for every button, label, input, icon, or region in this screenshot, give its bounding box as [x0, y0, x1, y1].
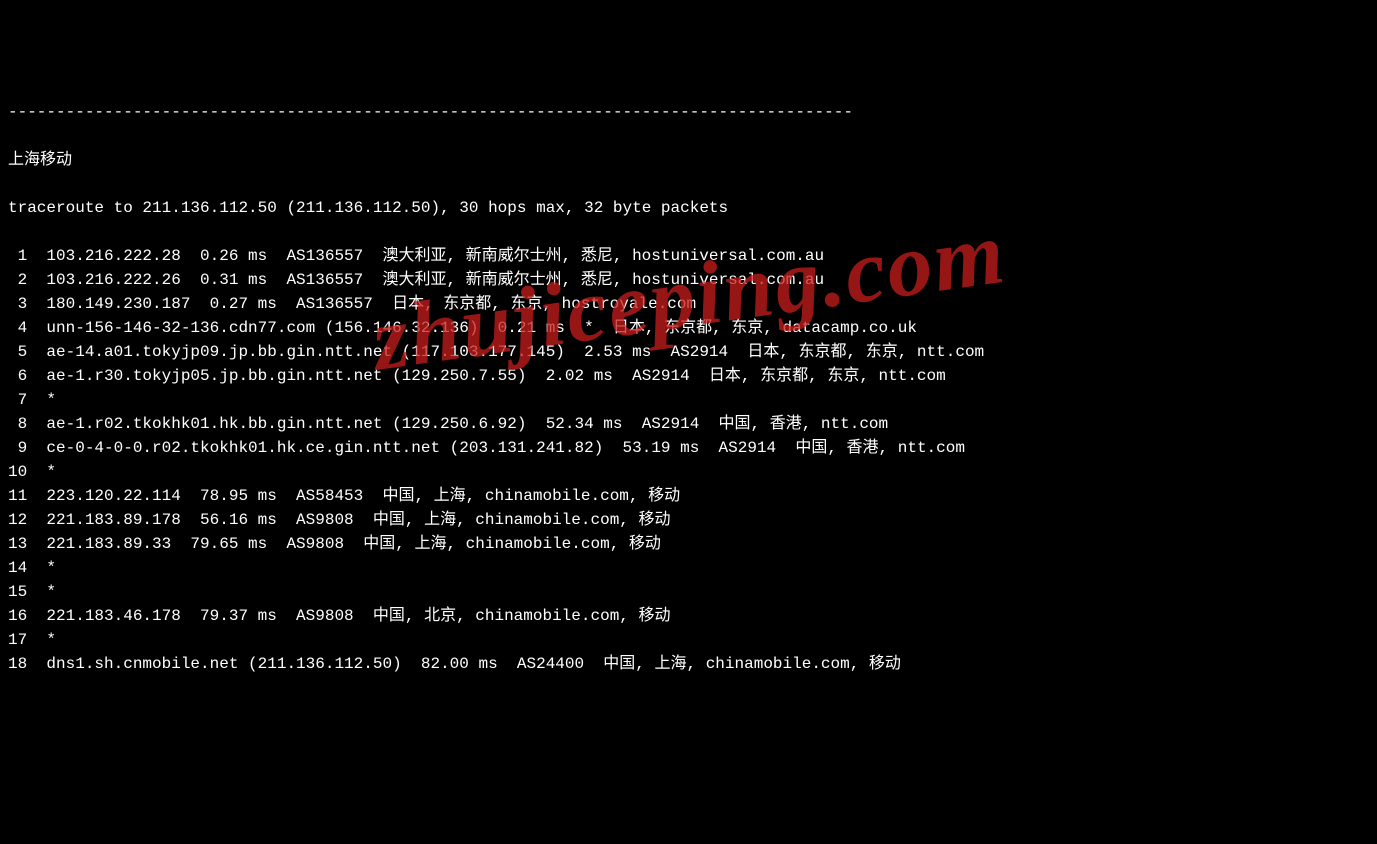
- hop-detail: 180.149.230.187 0.27 ms AS136557 日本, 东京都…: [27, 295, 696, 313]
- hop-detail: dns1.sh.cnmobile.net (211.136.112.50) 82…: [27, 655, 901, 673]
- hop-number: 17: [8, 628, 27, 652]
- hop-detail: ce-0-4-0-0.r02.tkokhk01.hk.ce.gin.ntt.ne…: [27, 439, 965, 457]
- traceroute-header: traceroute to 211.136.112.50 (211.136.11…: [8, 196, 1369, 220]
- hop-detail: 103.216.222.26 0.31 ms AS136557 澳大利亚, 新南…: [27, 271, 824, 289]
- hop-detail: *: [27, 463, 56, 481]
- hop-number: 15: [8, 580, 27, 604]
- hop-number: 10: [8, 460, 27, 484]
- hop-line: 17 *: [8, 628, 1369, 652]
- hop-detail: ae-1.r02.tkokhk01.hk.bb.gin.ntt.net (129…: [27, 415, 888, 433]
- hop-number: 13: [8, 532, 27, 556]
- hop-number: 16: [8, 604, 27, 628]
- hop-number: 5: [8, 340, 27, 364]
- hop-line: 18 dns1.sh.cnmobile.net (211.136.112.50)…: [8, 652, 1369, 676]
- hop-line: 8 ae-1.r02.tkokhk01.hk.bb.gin.ntt.net (1…: [8, 412, 1369, 436]
- hop-detail: *: [27, 631, 56, 649]
- hop-number: 14: [8, 556, 27, 580]
- hop-number: 8: [8, 412, 27, 436]
- hop-number: 11: [8, 484, 27, 508]
- hop-number: 18: [8, 652, 27, 676]
- hop-number: 2: [8, 268, 27, 292]
- hop-line: 1 103.216.222.28 0.26 ms AS136557 澳大利亚, …: [8, 244, 1369, 268]
- hop-line: 16 221.183.46.178 79.37 ms AS9808 中国, 北京…: [8, 604, 1369, 628]
- hop-detail: *: [27, 583, 56, 601]
- separator-line: ----------------------------------------…: [8, 100, 1369, 124]
- traceroute-output: 1 103.216.222.28 0.26 ms AS136557 澳大利亚, …: [8, 244, 1369, 676]
- hop-number: 6: [8, 364, 27, 388]
- hop-detail: 221.183.89.33 79.65 ms AS9808 中国, 上海, ch…: [27, 535, 661, 553]
- hop-detail: *: [27, 391, 56, 409]
- hop-line: 11 223.120.22.114 78.95 ms AS58453 中国, 上…: [8, 484, 1369, 508]
- hop-detail: 221.183.46.178 79.37 ms AS9808 中国, 北京, c…: [27, 607, 670, 625]
- hop-detail: 103.216.222.28 0.26 ms AS136557 澳大利亚, 新南…: [27, 247, 824, 265]
- hop-number: 7: [8, 388, 27, 412]
- hop-number: 4: [8, 316, 27, 340]
- hop-line: 4 unn-156-146-32-136.cdn77.com (156.146.…: [8, 316, 1369, 340]
- hop-detail: 223.120.22.114 78.95 ms AS58453 中国, 上海, …: [27, 487, 680, 505]
- hop-line: 13 221.183.89.33 79.65 ms AS9808 中国, 上海,…: [8, 532, 1369, 556]
- hop-line: 12 221.183.89.178 56.16 ms AS9808 中国, 上海…: [8, 508, 1369, 532]
- isp-title: 上海移动: [8, 148, 1369, 172]
- hop-line: 6 ae-1.r30.tokyjp05.jp.bb.gin.ntt.net (1…: [8, 364, 1369, 388]
- hop-line: 7 *: [8, 388, 1369, 412]
- hop-number: 1: [8, 244, 27, 268]
- hop-line: 9 ce-0-4-0-0.r02.tkokhk01.hk.ce.gin.ntt.…: [8, 436, 1369, 460]
- hop-detail: ae-14.a01.tokyjp09.jp.bb.gin.ntt.net (11…: [27, 343, 984, 361]
- hop-line: 3 180.149.230.187 0.27 ms AS136557 日本, 东…: [8, 292, 1369, 316]
- hop-line: 10 *: [8, 460, 1369, 484]
- hop-line: 14 *: [8, 556, 1369, 580]
- hop-detail: ae-1.r30.tokyjp05.jp.bb.gin.ntt.net (129…: [27, 367, 946, 385]
- hop-detail: *: [27, 559, 56, 577]
- hop-number: 9: [8, 436, 27, 460]
- hop-number: 12: [8, 508, 27, 532]
- hop-line: 15 *: [8, 580, 1369, 604]
- hop-detail: unn-156-146-32-136.cdn77.com (156.146.32…: [27, 319, 917, 337]
- hop-detail: 221.183.89.178 56.16 ms AS9808 中国, 上海, c…: [27, 511, 670, 529]
- hop-line: 5 ae-14.a01.tokyjp09.jp.bb.gin.ntt.net (…: [8, 340, 1369, 364]
- hop-line: 2 103.216.222.26 0.31 ms AS136557 澳大利亚, …: [8, 268, 1369, 292]
- hop-number: 3: [8, 292, 27, 316]
